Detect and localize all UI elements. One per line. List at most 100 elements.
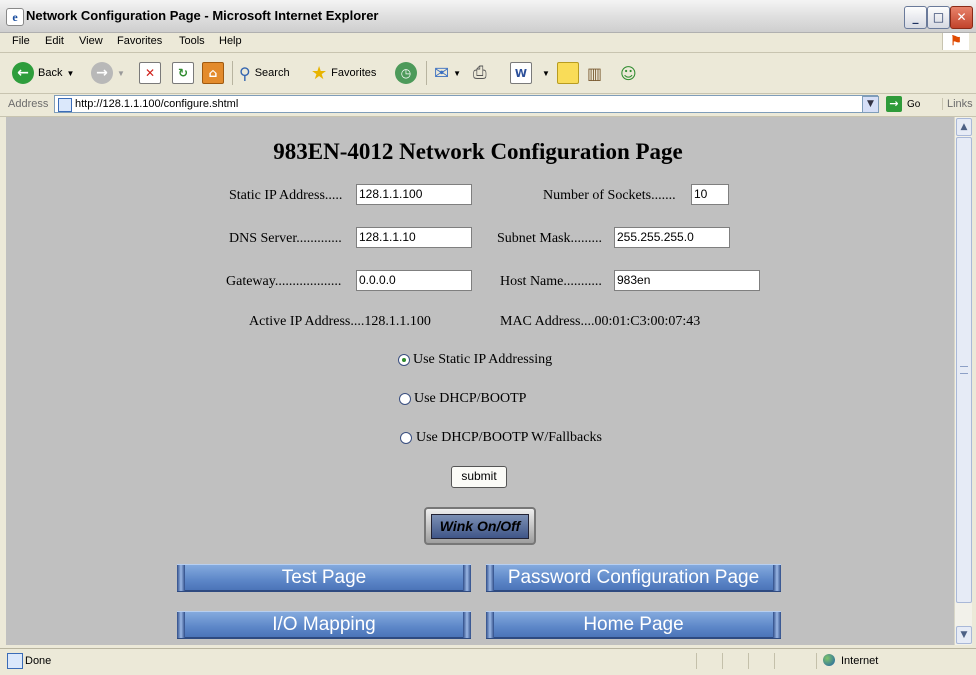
menu-tools[interactable]: Tools — [179, 35, 205, 47]
go-arrow-icon[interactable]: → — [886, 96, 902, 112]
scroll-up-icon[interactable]: ▲ — [956, 118, 972, 136]
star-icon: ★ — [311, 62, 328, 84]
research-books-icon: ▥ — [587, 63, 603, 83]
static-ip-label: Static IP Address..... — [229, 188, 343, 203]
submit-button[interactable]: submit — [451, 466, 507, 488]
toolbar-separator — [426, 61, 427, 85]
go-button[interactable]: Go — [907, 99, 920, 110]
edit-button[interactable]: W ▼ — [510, 61, 550, 85]
close-button[interactable]: ✕ — [950, 6, 973, 29]
dhcp-radio[interactable] — [399, 393, 411, 405]
address-bar: Address http://128.1.1.100/configure.sht… — [0, 94, 976, 117]
status-divider — [696, 653, 697, 669]
active-ip-text: Active IP Address....128.1.1.100 — [249, 314, 431, 329]
stop-button[interactable]: ✕ — [139, 61, 161, 85]
password-config-button[interactable]: Password Configuration Page — [486, 564, 781, 592]
research-button[interactable]: ▥ — [587, 61, 602, 85]
status-divider — [774, 653, 775, 669]
dhcp-fallback-radio[interactable] — [400, 432, 412, 444]
back-button[interactable]: ← Back ▼ — [12, 61, 74, 85]
favorites-button[interactable]: ★ Favorites — [311, 61, 376, 85]
back-label: Back — [38, 67, 63, 79]
edit-dropdown-icon[interactable]: ▼ — [542, 69, 550, 78]
scroll-grip-icon — [960, 366, 968, 374]
messenger-people-icon: ☺ — [620, 63, 637, 83]
status-bar: Done Internet — [0, 648, 976, 675]
gateway-label: Gateway................... — [226, 274, 342, 289]
home-page-button[interactable]: Home Page — [486, 611, 781, 639]
forward-button[interactable]: → ▼ — [91, 61, 125, 85]
back-dropdown-icon[interactable]: ▼ — [66, 69, 74, 78]
scroll-down-icon[interactable]: ▼ — [956, 626, 972, 644]
subnet-label: Subnet Mask......... — [497, 231, 602, 246]
static-ip-radio[interactable] — [398, 354, 410, 366]
vertical-scrollbar[interactable]: ▲ ▼ — [954, 117, 972, 645]
page-icon — [58, 98, 72, 112]
print-button[interactable]: ⎙ — [473, 61, 487, 85]
menu-edit[interactable]: Edit — [45, 35, 64, 47]
mail-icon: ✉ — [434, 62, 450, 84]
menu-help[interactable]: Help — [219, 35, 242, 47]
page-status-icon — [7, 653, 23, 669]
sockets-input[interactable]: 10 — [691, 184, 729, 205]
search-label: Search — [254, 67, 290, 79]
stop-icon: ✕ — [139, 62, 161, 84]
window-title: Network Configuration Page - Microsoft I… — [26, 8, 379, 23]
menu-favorites[interactable]: Favorites — [117, 35, 162, 47]
windows-flag-icon: ⚑ — [942, 33, 969, 50]
address-label: Address — [8, 98, 49, 110]
zone-text: Internet — [841, 655, 879, 667]
favorites-label: Favorites — [331, 67, 377, 79]
history-icon: ◷ — [395, 62, 417, 84]
search-icon: ⚲ — [239, 63, 251, 83]
home-button[interactable]: ⌂ — [202, 61, 224, 85]
printer-icon: ⎙ — [473, 63, 487, 83]
forward-arrow-icon: → — [91, 62, 113, 84]
static-ip-input[interactable]: 128.1.1.100 — [356, 184, 472, 205]
status-divider — [722, 653, 723, 669]
refresh-button[interactable]: ↻ — [172, 61, 194, 85]
refresh-icon: ↻ — [172, 62, 194, 84]
gateway-input[interactable]: 0.0.0.0 — [356, 270, 472, 291]
dhcp-fallback-radio-label: Use DHCP/BOOTP W/Fallbacks — [416, 430, 602, 445]
mail-button[interactable]: ✉ ▼ — [434, 61, 461, 85]
status-text: Done — [25, 655, 52, 667]
menu-file[interactable]: File — [12, 35, 30, 47]
globe-icon — [823, 654, 835, 666]
search-button[interactable]: ⚲ Search — [239, 61, 290, 85]
minimize-button[interactable]: _ — [904, 6, 927, 29]
dns-label: DNS Server............. — [229, 231, 342, 246]
page-title: 983EN-4012 Network Configuration Page — [273, 139, 683, 164]
address-url[interactable]: http://128.1.1.100/configure.shtml — [75, 98, 238, 110]
menu-view[interactable]: View — [79, 35, 103, 47]
status-divider — [748, 653, 749, 669]
test-page-button[interactable]: Test Page — [177, 564, 471, 592]
toolbar-separator — [232, 61, 233, 85]
history-button[interactable]: ◷ — [395, 61, 417, 85]
messenger-button[interactable]: ☺ — [620, 61, 637, 85]
note-icon — [557, 62, 579, 84]
host-name-label: Host Name........... — [500, 274, 602, 289]
home-icon: ⌂ — [202, 62, 224, 84]
address-input[interactable]: http://128.1.1.100/configure.shtml — [54, 95, 878, 113]
host-name-input[interactable]: 983en — [614, 270, 760, 291]
menu-bar: File Edit View Favorites Tools Help ⚑ — [0, 32, 976, 53]
mail-dropdown-icon[interactable]: ▼ — [453, 69, 461, 78]
scroll-thumb[interactable] — [956, 137, 972, 603]
io-mapping-button[interactable]: I/O Mapping — [177, 611, 471, 639]
toolbar: ← Back ▼ → ▼ ✕ ↻ ⌂ ⚲ Search ★ Favorites … — [0, 53, 976, 94]
discuss-button[interactable] — [557, 61, 579, 85]
address-dropdown-icon[interactable]: ▼ — [862, 96, 879, 113]
subnet-input[interactable]: 255.255.255.0 — [614, 227, 730, 248]
links-button[interactable]: Links — [942, 98, 973, 110]
static-ip-radio-label: Use Static IP Addressing — [413, 352, 553, 367]
maximize-button[interactable]: □ — [927, 6, 950, 29]
status-divider — [816, 653, 817, 669]
wink-button[interactable]: Wink On/Off — [424, 507, 536, 545]
page-viewport: 983EN-4012 Network Configuration Page St… — [6, 117, 954, 645]
forward-dropdown-icon[interactable]: ▼ — [117, 69, 125, 78]
ie-logo-icon: e — [6, 8, 24, 26]
title-bar: e Network Configuration Page - Microsoft… — [0, 0, 976, 33]
word-edit-icon: W — [510, 62, 532, 84]
dns-input[interactable]: 128.1.1.10 — [356, 227, 472, 248]
